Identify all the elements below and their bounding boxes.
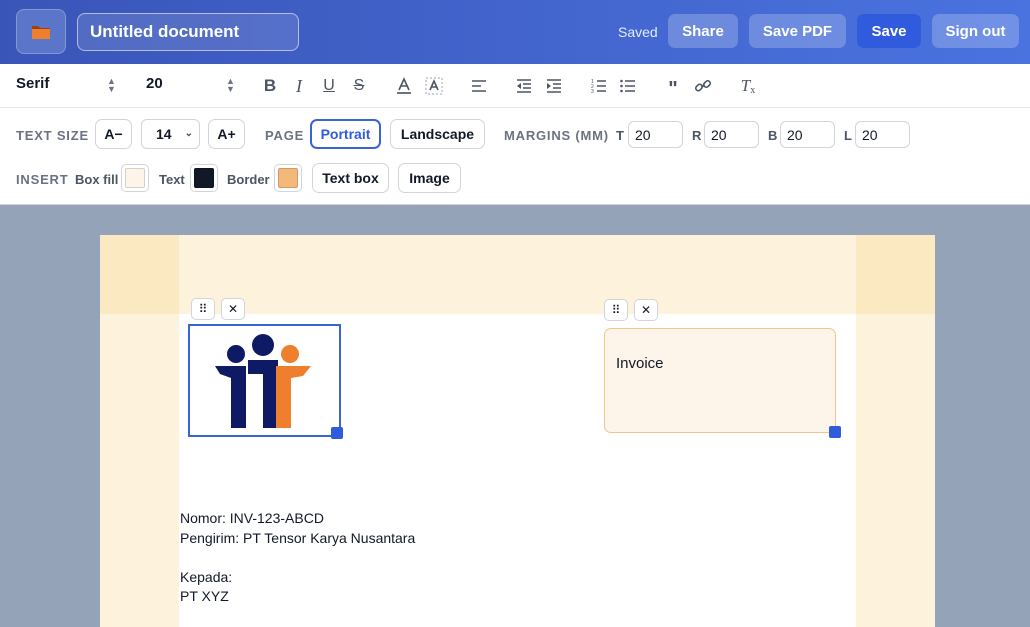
textbox-content[interactable]: Invoice bbox=[616, 355, 664, 372]
body-line: Pengirim: PT Tensor Karya Nusantara bbox=[180, 529, 416, 546]
body-line: Nomor: INV-123-ABCD bbox=[180, 510, 324, 526]
invoice-text-box[interactable]: Invoice bbox=[604, 328, 836, 433]
insert-label: INSERT bbox=[16, 172, 69, 187]
open-folder-button[interactable] bbox=[16, 9, 66, 54]
bold-icon[interactable]: B bbox=[259, 76, 281, 96]
image-remove-close-icon[interactable]: ✕ bbox=[221, 298, 245, 320]
text-color-swatch[interactable] bbox=[190, 164, 218, 192]
margin-top-input[interactable] bbox=[628, 121, 683, 148]
margins-label: MARGINS (MM) bbox=[504, 128, 609, 143]
italic-icon[interactable]: I bbox=[288, 76, 310, 96]
decrease-size-button[interactable]: A− bbox=[95, 119, 132, 149]
top-left-margin-corner bbox=[100, 235, 179, 314]
margin-right-label: R bbox=[692, 128, 702, 143]
top-right-margin-corner bbox=[856, 235, 935, 314]
margin-top-label: T bbox=[616, 128, 624, 143]
insert-image-button[interactable]: Image bbox=[398, 163, 461, 193]
textbox-drag-handle-icon[interactable]: ⠿ bbox=[604, 299, 628, 321]
clear-format-icon[interactable]: Tx bbox=[737, 76, 759, 96]
margin-right-input[interactable] bbox=[704, 121, 759, 148]
textbox-resize-handle[interactable] bbox=[829, 426, 841, 438]
text-color bbox=[194, 168, 214, 188]
margin-left-input[interactable] bbox=[855, 121, 910, 148]
logo-image-block[interactable] bbox=[188, 324, 341, 437]
landscape-button[interactable]: Landscape bbox=[390, 119, 485, 149]
share-button[interactable]: Share bbox=[668, 14, 738, 48]
image-resize-handle[interactable] bbox=[331, 427, 343, 439]
text-color-icon[interactable] bbox=[393, 76, 415, 96]
quote-icon[interactable]: " bbox=[662, 76, 684, 100]
page-label: PAGE bbox=[265, 128, 305, 143]
outdent-icon[interactable] bbox=[513, 76, 535, 96]
margin-bottom-label: B bbox=[768, 128, 778, 143]
document-page[interactable]: ⠿ ✕ ⠿ ✕ Invoice Nomor: INV-123-ABCD Peng… bbox=[100, 235, 935, 627]
body-line: PT XYZ bbox=[180, 588, 229, 604]
select-arrows-icon: ▲ ▼ bbox=[107, 76, 116, 94]
company-logo-icon bbox=[215, 334, 311, 428]
increase-size-button[interactable]: A+ bbox=[208, 119, 245, 149]
image-drag-handle-icon[interactable]: ⠿ bbox=[191, 298, 215, 320]
font-size-value: 20 bbox=[146, 75, 163, 92]
text-size-select[interactable]: 14 ⌄ bbox=[141, 119, 200, 149]
box-fill-label: Box fill bbox=[75, 172, 119, 187]
options-toolbar: TEXT SIZE A− 14 ⌄ A+ PAGE Portrait Lands… bbox=[0, 108, 1030, 205]
underline-icon[interactable]: U bbox=[318, 76, 340, 96]
select-arrows-icon: ▲ ▼ bbox=[226, 76, 235, 94]
margin-left-label: L bbox=[844, 128, 852, 143]
save-status: Saved bbox=[618, 24, 658, 40]
svg-text:3: 3 bbox=[591, 89, 594, 94]
text-size-label: TEXT SIZE bbox=[16, 128, 89, 143]
document-body-text[interactable]: Nomor: INV-123-ABCD Pengirim: PT Tensor … bbox=[180, 509, 415, 607]
box-fill-color-swatch[interactable] bbox=[121, 164, 149, 192]
align-left-icon[interactable] bbox=[468, 76, 490, 96]
strikethrough-icon[interactable]: S bbox=[348, 76, 370, 96]
save-button[interactable]: Save bbox=[857, 14, 921, 48]
portrait-button[interactable]: Portrait bbox=[310, 119, 381, 149]
sign-out-button[interactable]: Sign out bbox=[932, 14, 1019, 48]
folder-icon bbox=[32, 25, 50, 39]
document-title-input[interactable] bbox=[77, 13, 299, 51]
text-color-label: Text bbox=[159, 172, 185, 187]
font-size-select[interactable]: 20 ▲ ▼ bbox=[146, 75, 236, 97]
textbox-remove-close-icon[interactable]: ✕ bbox=[634, 299, 658, 321]
format-toolbar: Serif ▲ ▼ 20 ▲ ▼ B I U S 123 " Tx bbox=[0, 64, 1030, 108]
bullet-list-icon[interactable] bbox=[617, 76, 639, 96]
save-pdf-button[interactable]: Save PDF bbox=[749, 14, 846, 48]
link-icon[interactable] bbox=[692, 76, 714, 96]
margin-bottom-input[interactable] bbox=[780, 121, 835, 148]
ordered-list-icon[interactable]: 123 bbox=[588, 76, 610, 96]
indent-icon[interactable] bbox=[543, 76, 565, 96]
border-color bbox=[278, 168, 298, 188]
border-color-label: Border bbox=[227, 172, 270, 187]
chevron-down-icon: ⌄ bbox=[184, 128, 193, 139]
text-size-value: 14 bbox=[156, 126, 172, 142]
app-header: Saved Share Save PDF Save Sign out bbox=[0, 0, 1030, 64]
body-line bbox=[180, 548, 415, 568]
box-fill-color bbox=[125, 168, 145, 188]
font-family-select[interactable]: Serif ▲ ▼ bbox=[16, 75, 116, 97]
font-family-value: Serif bbox=[16, 75, 50, 92]
insert-text-box-button[interactable]: Text box bbox=[312, 163, 389, 193]
body-line: Kepada: bbox=[180, 568, 233, 585]
border-color-swatch[interactable] bbox=[274, 164, 302, 192]
highlight-icon[interactable] bbox=[423, 76, 445, 96]
